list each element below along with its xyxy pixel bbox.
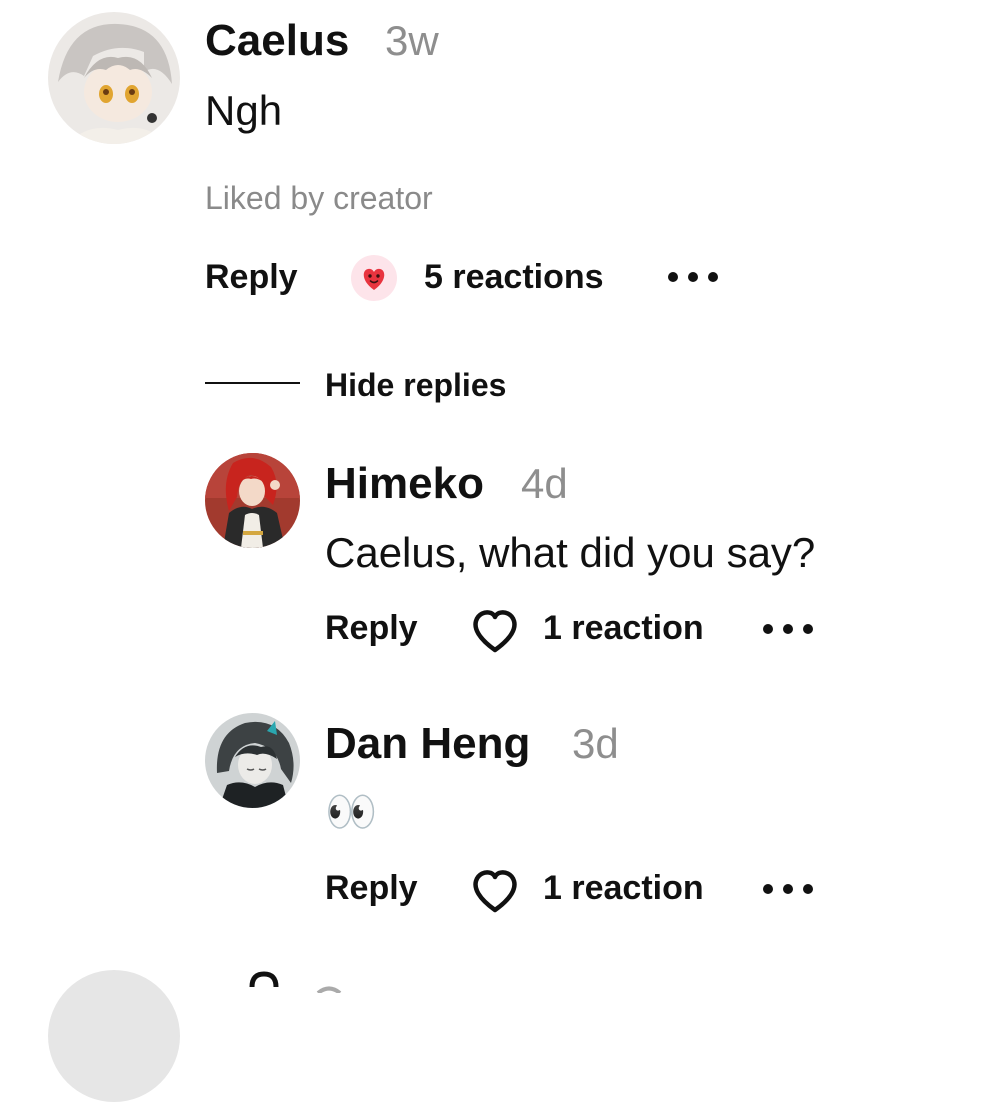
avatar[interactable] — [205, 713, 300, 808]
reply-timestamp: 3d — [572, 720, 619, 767]
thread-divider — [205, 382, 300, 384]
liked-by-creator-label: Liked by creator — [205, 180, 433, 216]
more-options-icon[interactable] — [763, 884, 815, 894]
avatar[interactable] — [205, 453, 300, 548]
reply-author[interactable]: Himeko — [325, 458, 484, 510]
reply-text: 👀 — [325, 788, 378, 835]
reactions-count[interactable]: 1 reaction — [543, 608, 704, 648]
heart-face-emoji-icon[interactable] — [351, 255, 397, 301]
avatar[interactable] — [48, 12, 180, 144]
reply-button[interactable]: Reply — [325, 608, 418, 648]
heart-outline-icon[interactable] — [470, 868, 520, 914]
reply-button[interactable]: Reply — [205, 257, 298, 297]
reactions-count[interactable]: 1 reaction — [543, 868, 704, 908]
reply-button[interactable]: Reply — [325, 868, 418, 908]
reactions-count[interactable]: 5 reactions — [424, 257, 604, 297]
comment-text: Ngh — [205, 87, 283, 134]
heart-outline-icon[interactable] — [470, 608, 520, 654]
creator-badge-icon — [246, 970, 282, 988]
more-options-icon[interactable] — [668, 272, 720, 282]
comment-timestamp: 3w — [385, 17, 439, 64]
comment-author[interactable]: Caelus — [205, 15, 349, 67]
reply-author[interactable]: Dan Heng — [325, 718, 530, 770]
avatar-image — [48, 12, 180, 144]
reply-timestamp: 4d — [521, 460, 568, 507]
more-options-icon[interactable] — [763, 624, 815, 634]
reply-text: Caelus, what did you say? — [325, 529, 816, 576]
avatar-image — [205, 713, 300, 808]
author-name-partial — [316, 980, 342, 995]
avatar[interactable] — [48, 970, 180, 1102]
hide-replies-button[interactable]: Hide replies — [325, 365, 506, 405]
avatar-image — [205, 453, 300, 548]
